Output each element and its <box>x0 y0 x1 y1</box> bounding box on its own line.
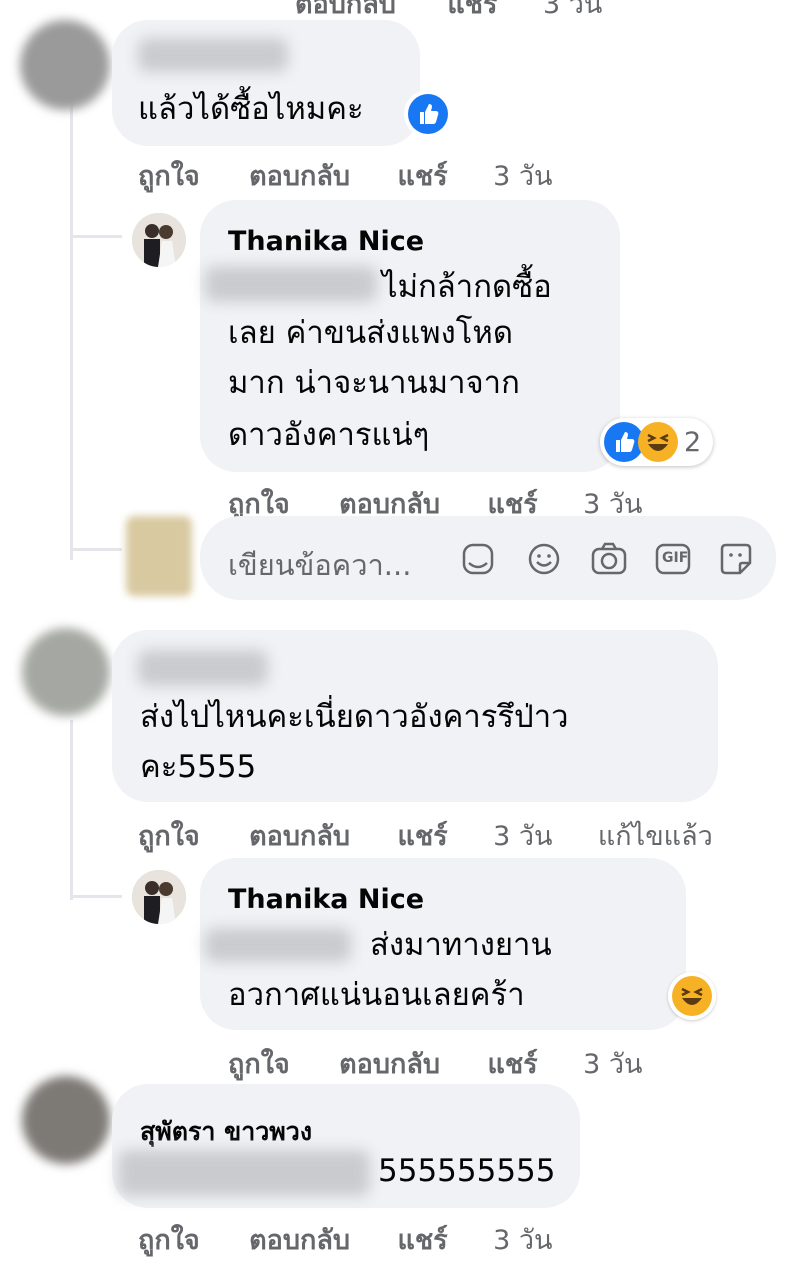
like-link[interactable]: ถูกใจ <box>138 814 200 857</box>
mention-redacted[interactable] <box>118 1150 370 1196</box>
reply-link[interactable]: ตอบกลับ <box>249 154 350 197</box>
reply-link[interactable]: ตอบกลับ <box>249 814 350 857</box>
reply-link[interactable]: ตอบกลับ <box>339 1042 440 1085</box>
author-name[interactable]: Thanika Nice <box>228 226 424 257</box>
avatar[interactable] <box>20 20 110 110</box>
reply-link[interactable]: ตอบกลับ <box>249 1218 350 1261</box>
sticker-face-icon[interactable] <box>718 541 754 577</box>
share-link[interactable]: แชร์ <box>397 1218 447 1261</box>
haha-icon <box>672 976 712 1016</box>
reply-text-line: อวกาศแน่นอนเลยคร้า <box>228 977 525 1013</box>
timestamp[interactable]: 3 วัน <box>543 0 602 25</box>
thread-line <box>70 90 73 560</box>
reaction-count: 2 <box>684 426 702 458</box>
gif-label: GIF <box>662 550 689 566</box>
timestamp[interactable]: 3 วัน <box>493 154 552 197</box>
share-link[interactable]: แชร์ <box>397 154 447 197</box>
share-link[interactable]: แชร์ <box>447 0 497 25</box>
like-icon <box>408 94 448 134</box>
haha-reaction[interactable] <box>668 972 716 1020</box>
avatar[interactable] <box>132 213 186 267</box>
timestamp[interactable]: 3 วัน <box>493 1218 552 1261</box>
avatar[interactable] <box>22 628 110 716</box>
comment-actions: ถูกใจ ตอบกลับ แชร์ 3 วัน <box>138 154 552 197</box>
comment-text: แล้วได้ซื้อไหมคะ <box>138 91 364 127</box>
haha-icon <box>638 422 678 462</box>
timestamp[interactable]: 3 วัน <box>583 1042 642 1085</box>
like-link[interactable]: ถูกใจ <box>138 154 200 197</box>
comment-text: 555555555 <box>378 1153 556 1189</box>
edited-label[interactable]: แก้ไขแล้ว <box>598 814 713 857</box>
mention-redacted[interactable] <box>205 928 351 962</box>
reply-text-line: มาก น่าจะนานมาจาก <box>228 365 520 401</box>
timestamp[interactable]: 3 วัน <box>493 814 552 857</box>
share-link[interactable]: แชร์ <box>397 814 447 857</box>
reaction-summary[interactable]: 2 <box>600 418 714 466</box>
reply-text-line: เลย ค่าขนส่งแพงโหด <box>228 315 513 351</box>
emoji-icon[interactable] <box>526 541 562 577</box>
like-reaction[interactable] <box>404 90 452 138</box>
like-link[interactable]: ถูกใจ <box>228 1042 290 1085</box>
gif-icon[interactable]: GIF <box>654 541 692 577</box>
thread-line <box>72 548 122 551</box>
thread-line <box>72 235 122 238</box>
comment-text-line: คะ5555 <box>140 749 257 785</box>
author-name[interactable]: Thanika Nice <box>228 884 424 915</box>
user-avatar <box>126 516 192 596</box>
author-name-redacted[interactable] <box>138 38 288 72</box>
reply-text-line: ส่งมาทางยาน <box>370 927 552 963</box>
author-name-redacted[interactable] <box>138 650 268 686</box>
comment-actions: ถูกใจ ตอบกลับ แชร์ 3 วัน <box>138 1218 552 1261</box>
reply-actions: ถูกใจ ตอบกลับ แชร์ 3 วัน <box>228 1042 642 1085</box>
avatar[interactable] <box>132 870 186 924</box>
avatar[interactable] <box>22 1076 110 1164</box>
like-link[interactable]: ถูกใจ <box>138 1218 200 1261</box>
thread-line <box>72 895 122 898</box>
sticker-icon[interactable] <box>460 541 496 577</box>
share-link[interactable]: แชร์ <box>487 1042 537 1085</box>
composer-input[interactable]: เขียนข้อควา... <box>228 542 411 588</box>
author-name[interactable]: สุพัตรา ขาวพวง <box>140 1112 312 1152</box>
comment-actions: ถูกใจ ตอบกลับ แชร์ 3 วัน แก้ไขแล้ว <box>138 814 713 857</box>
comment-text-line: ส่งไปไหนคะเนี่ยดาวอังคารรึป่าว <box>140 699 569 735</box>
camera-icon[interactable] <box>590 541 628 577</box>
mention-redacted[interactable] <box>205 266 377 302</box>
reply-text-line: ดาวอังคารแน่ๆ <box>228 417 430 453</box>
thread-line <box>70 720 73 900</box>
